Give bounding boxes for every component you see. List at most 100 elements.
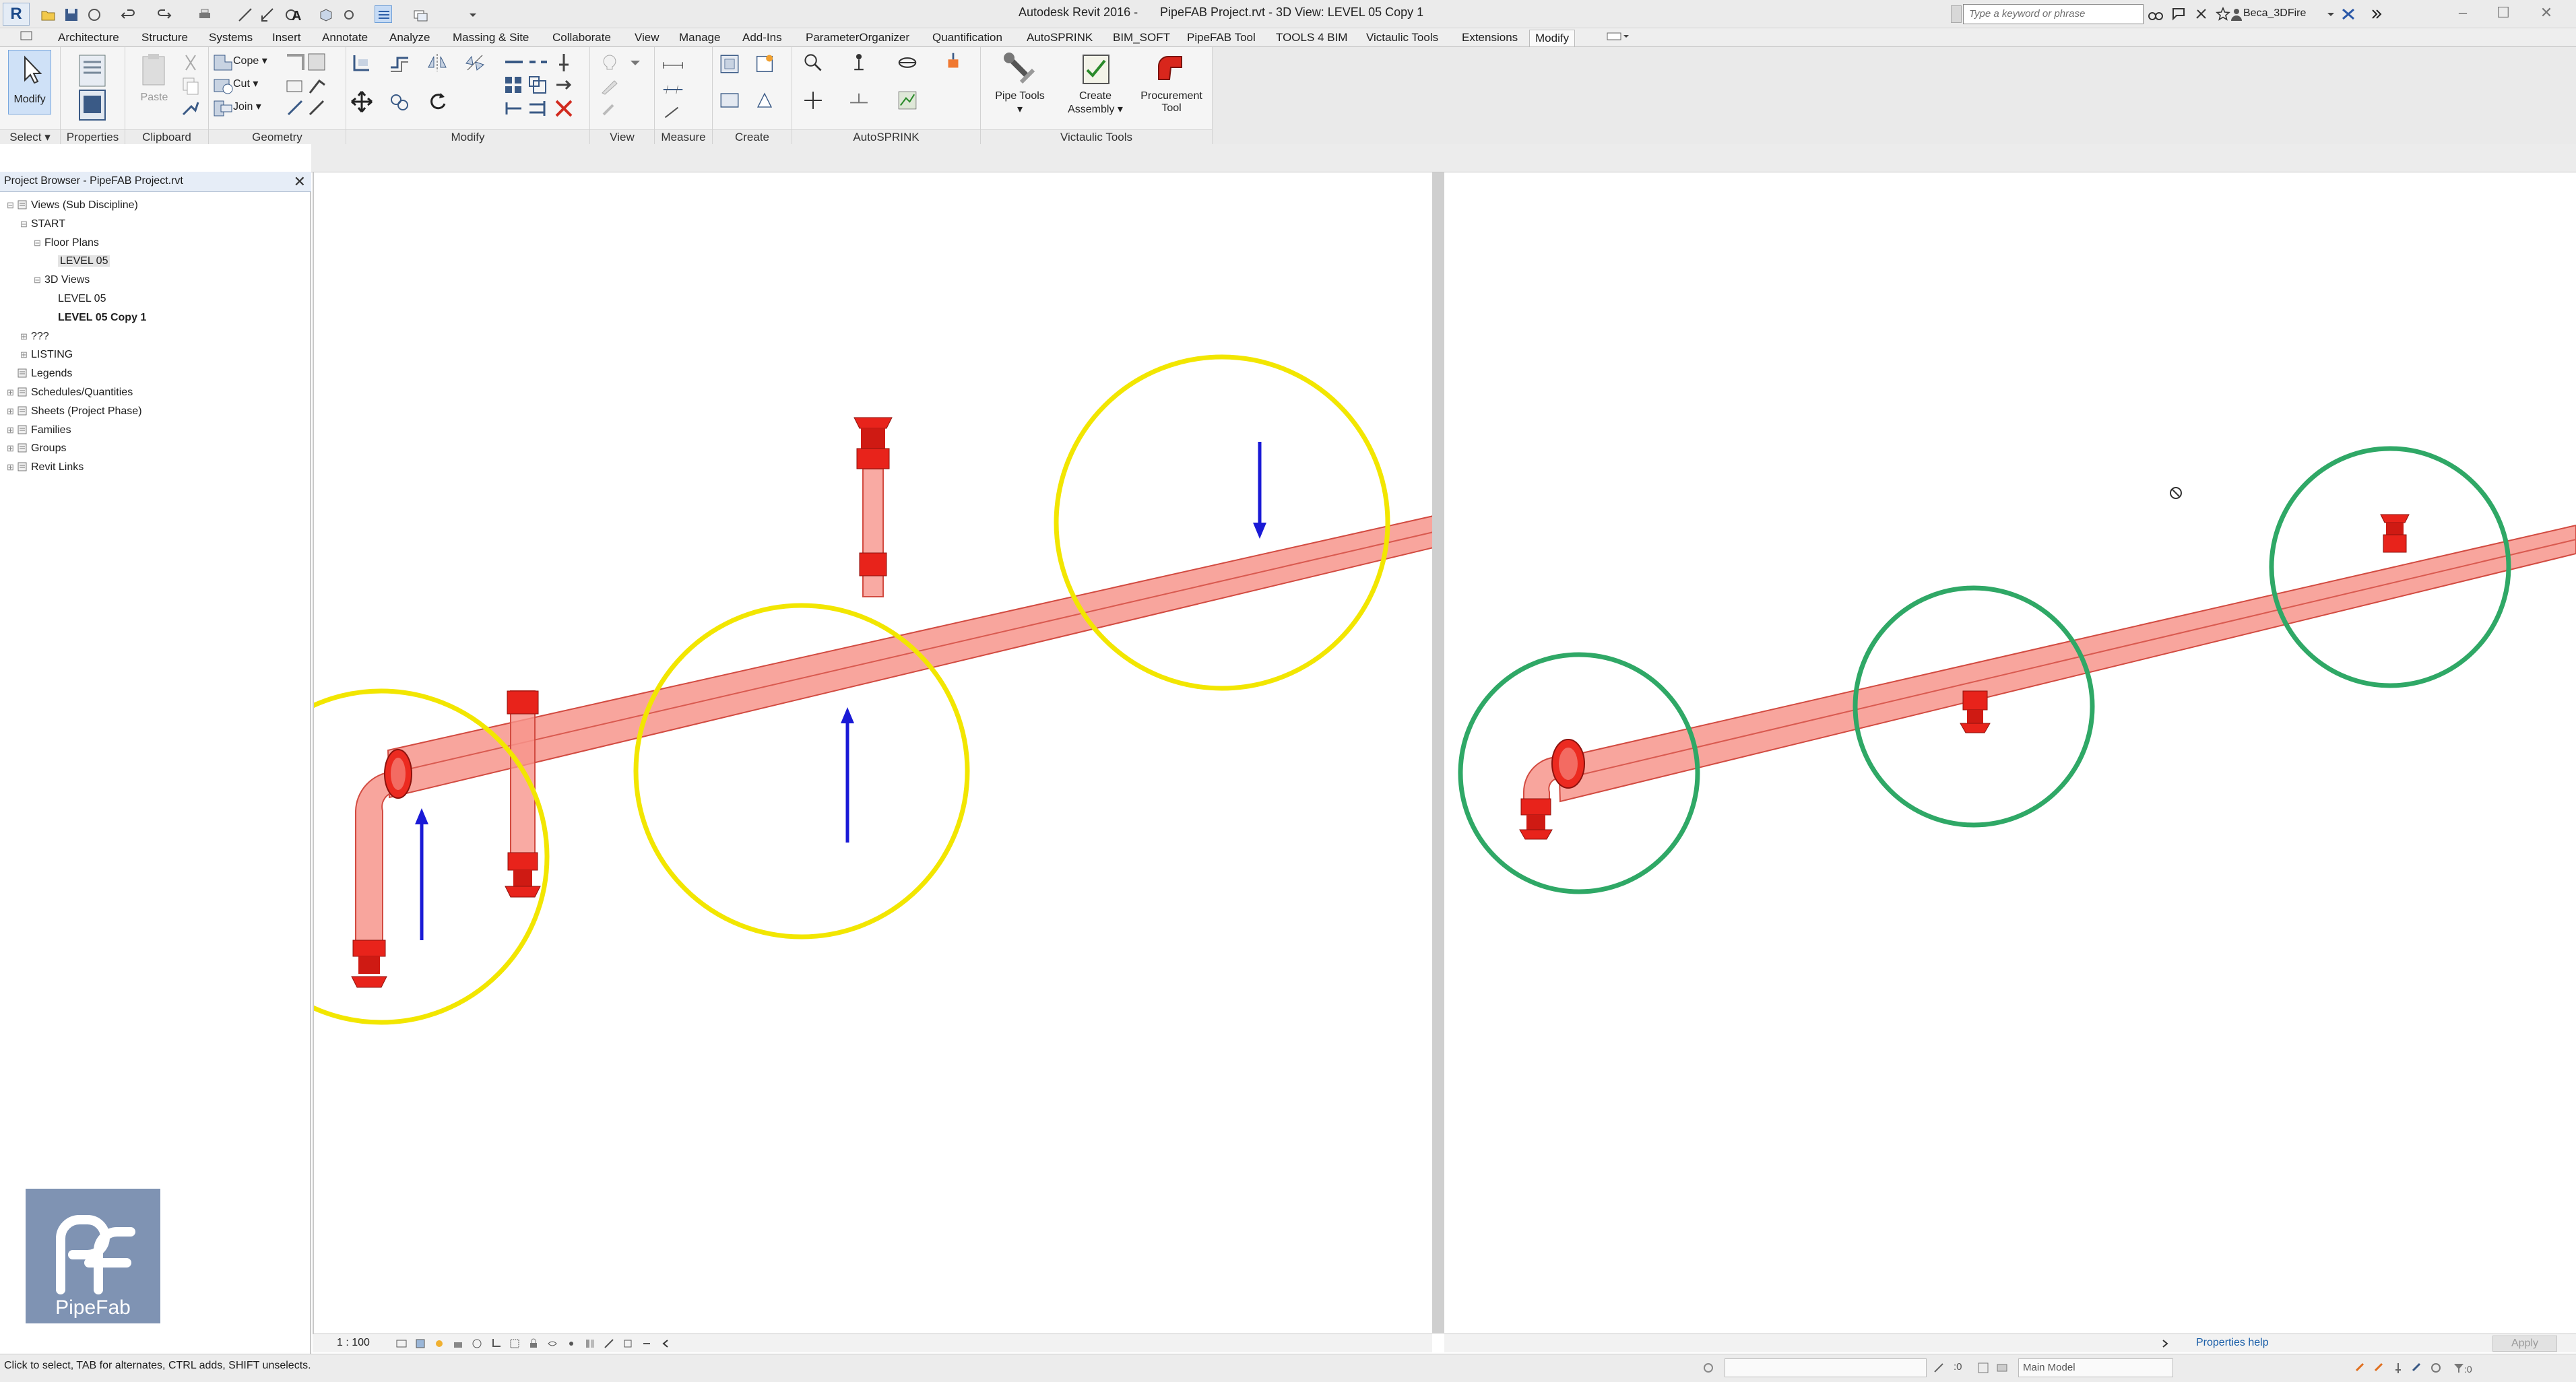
tab-bim-soft[interactable]: BIM_SOFT bbox=[1113, 30, 1170, 46]
cope-icon[interactable] bbox=[212, 51, 232, 71]
revit-app-icon[interactable]: R bbox=[3, 3, 30, 26]
subscription-center-icon[interactable] bbox=[2170, 6, 2187, 22]
move-icon[interactable] bbox=[350, 90, 373, 113]
sprinkler-head-2[interactable] bbox=[505, 852, 541, 898]
redo-icon[interactable] bbox=[155, 5, 172, 23]
autosprink-drop-icon[interactable] bbox=[847, 89, 881, 120]
tree-expand-icon[interactable]: ⊞ bbox=[20, 347, 31, 363]
tree-item[interactable]: ⊞??? bbox=[20, 329, 49, 345]
paste-icon[interactable] bbox=[135, 51, 174, 90]
help-expand-icon[interactable] bbox=[2369, 6, 2385, 22]
editable-only-icon[interactable] bbox=[1976, 1361, 1990, 1375]
lock-view-icon[interactable] bbox=[528, 1338, 539, 1349]
procurement-tool-label[interactable]: Procurement Tool bbox=[1134, 90, 1209, 114]
open-icon[interactable] bbox=[39, 5, 57, 23]
tree-item[interactable]: ⊞ LISTING bbox=[20, 347, 73, 363]
project-browser-close-icon[interactable]: ✕ bbox=[294, 173, 306, 191]
filter-icon[interactable] bbox=[2452, 1361, 2466, 1375]
exchange-apps-icon[interactable] bbox=[2340, 6, 2356, 22]
tree-item[interactable]: ⊞ Schedules/Quantities bbox=[7, 385, 133, 401]
cut-geometry-icon[interactable] bbox=[212, 74, 233, 94]
analytical-model-icon[interactable] bbox=[604, 1338, 614, 1349]
sprinkler-head-1[interactable] bbox=[351, 940, 387, 988]
render-icon[interactable] bbox=[472, 1338, 482, 1349]
tab-analyze[interactable]: Analyze bbox=[389, 30, 430, 46]
crop-view-icon[interactable] bbox=[490, 1338, 501, 1349]
highlight-displacement-icon[interactable] bbox=[622, 1338, 633, 1349]
tab-massing-site[interactable]: Massing & Site bbox=[453, 30, 529, 46]
cut-label[interactable]: Cut ▾ bbox=[233, 77, 258, 90]
save-icon[interactable] bbox=[62, 5, 79, 23]
tree-expand-icon[interactable]: ⊞ bbox=[7, 422, 18, 438]
tab-structure[interactable]: Structure bbox=[141, 30, 188, 46]
tab-view[interactable]: View bbox=[635, 30, 659, 46]
tree-item[interactable]: LEVEL 05 bbox=[47, 291, 106, 307]
tab-collaborate[interactable]: Collaborate bbox=[552, 30, 611, 46]
reveal-constraints-icon[interactable] bbox=[641, 1338, 652, 1349]
view-scale[interactable]: 1 : 100 bbox=[337, 1337, 370, 1349]
tree-expand-icon[interactable]: ⊟ bbox=[34, 272, 44, 288]
elbow-drop-1[interactable] bbox=[355, 770, 397, 950]
autosprink-rotate-icon[interactable] bbox=[896, 51, 930, 85]
tree-item[interactable]: Legends bbox=[7, 366, 72, 382]
hide-element-icon[interactable] bbox=[598, 51, 618, 71]
join-label[interactable]: Join ▾ bbox=[233, 100, 261, 113]
section-icon[interactable] bbox=[340, 5, 357, 23]
search-input[interactable]: Type a keyword or phrase bbox=[1963, 4, 2144, 24]
select-by-face-icon[interactable] bbox=[2410, 1361, 2424, 1375]
tab-quantification[interactable]: Quantification bbox=[932, 30, 1002, 46]
tab-extensions[interactable]: Extensions bbox=[1462, 30, 1518, 46]
linework-icon[interactable] bbox=[598, 97, 618, 117]
scale-icon[interactable] bbox=[527, 74, 546, 94]
binoculars-icon[interactable] bbox=[2148, 6, 2164, 22]
tree-item[interactable]: ⊟ Views (Sub Discipline) bbox=[7, 197, 138, 213]
create-similar-icon[interactable] bbox=[753, 89, 785, 119]
tree-item[interactable]: ⊟ 3D Views bbox=[34, 272, 90, 288]
trim-multiple-icon[interactable] bbox=[527, 97, 546, 116]
modify-button[interactable]: Modify bbox=[8, 50, 51, 114]
tree-expand-icon[interactable]: ⊞ bbox=[7, 403, 18, 420]
pipe-tools-label[interactable]: Pipe Tools ▾ bbox=[988, 90, 1052, 116]
rotate-icon[interactable] bbox=[426, 90, 449, 113]
copy-modify-icon[interactable] bbox=[388, 90, 411, 113]
minimize-button[interactable]: – bbox=[2449, 3, 2476, 23]
tree-expand-icon[interactable]: ⊟ bbox=[20, 216, 31, 232]
autosprink-branch-icon[interactable] bbox=[802, 89, 835, 120]
sprinkler-head-3[interactable] bbox=[854, 417, 893, 469]
mirror-pick-axis-icon[interactable] bbox=[426, 51, 449, 74]
tree-expand-icon[interactable]: ⊟ bbox=[34, 235, 44, 251]
measure-along-icon[interactable] bbox=[662, 101, 695, 121]
align-icon[interactable] bbox=[284, 97, 303, 116]
create-assembly-victaulic-icon[interactable] bbox=[1076, 50, 1114, 88]
worksharing-display-icon[interactable] bbox=[585, 1338, 595, 1349]
create-assembly-icon[interactable] bbox=[718, 53, 750, 85]
tree-item[interactable]: ⊞ Revit Links bbox=[7, 459, 84, 475]
measure-icon[interactable] bbox=[236, 5, 253, 23]
properties-icon[interactable] bbox=[73, 86, 112, 121]
autosprink-fitting-icon[interactable] bbox=[942, 51, 975, 85]
pipe-tools-icon[interactable] bbox=[1001, 50, 1039, 88]
tab-manage[interactable]: Manage bbox=[679, 30, 720, 46]
drop-pipe-2[interactable] bbox=[510, 690, 536, 860]
tree-item[interactable]: ⊞ Sheets (Project Phase) bbox=[7, 403, 142, 420]
select-links-icon[interactable] bbox=[2354, 1361, 2367, 1375]
tree-item[interactable]: ⊞ Groups bbox=[7, 440, 66, 457]
apply-button[interactable]: Apply bbox=[2492, 1336, 2557, 1352]
sprinkler-head-right-3[interactable] bbox=[2380, 514, 2410, 553]
tab-autosprink[interactable]: AutoSPRINK bbox=[1027, 30, 1093, 46]
tab-victaulic-tools[interactable]: Victaulic Tools bbox=[1366, 30, 1438, 46]
thin-lines-icon[interactable] bbox=[375, 5, 392, 23]
array-icon[interactable] bbox=[503, 74, 521, 93]
copy-icon[interactable] bbox=[179, 74, 202, 97]
procurement-tool-icon[interactable] bbox=[1152, 50, 1190, 88]
mirror-draw-axis-icon[interactable] bbox=[463, 51, 486, 74]
drag-elements-icon[interactable] bbox=[2429, 1361, 2443, 1375]
cut-clipboard-icon[interactable] bbox=[179, 51, 202, 74]
select-pinned-icon[interactable] bbox=[2391, 1361, 2405, 1375]
view-splitter[interactable] bbox=[1432, 172, 1444, 1334]
design-options-icon[interactable] bbox=[1995, 1361, 2009, 1375]
wall-joins-icon[interactable] bbox=[284, 51, 304, 70]
split-element-icon[interactable] bbox=[503, 51, 523, 69]
default-3d-view-icon[interactable] bbox=[317, 5, 334, 23]
riser-pipe-3[interactable] bbox=[862, 468, 884, 597]
